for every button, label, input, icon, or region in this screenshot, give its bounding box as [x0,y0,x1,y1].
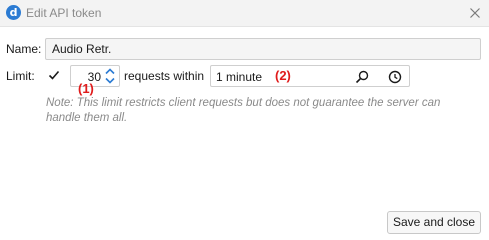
clock-icon [388,70,402,84]
chevron-down-icon [105,77,115,84]
limit-note: Note: This limit restricts client reques… [46,97,441,124]
checkmark-icon [48,70,60,80]
edit-api-token-dialog: d Edit API token Name: Audio Retr. Limit… [0,0,489,237]
requests-within-label: requests within [124,69,205,83]
interval-value[interactable]: 1 minute [216,70,262,84]
close-icon [470,8,480,18]
close-button[interactable] [466,4,484,22]
dialog-title: Edit API token [26,6,102,20]
annotation-marker-2: (2) [275,68,291,83]
decrement-button[interactable] [103,76,117,85]
clock-button[interactable] [387,69,403,85]
chevron-up-icon [105,68,115,75]
annotation-marker-1: (1) [78,81,94,96]
interval-field[interactable]: 1 minute (2) [210,65,410,87]
limit-checkbox[interactable] [46,67,62,83]
increment-button[interactable] [103,67,117,76]
name-field[interactable]: Audio Retr. [45,38,481,60]
save-and-close-button[interactable]: Save and close [387,211,481,234]
name-label: Name: [6,42,42,56]
app-logo-icon: d [6,5,21,20]
title-bar: d Edit API token [0,0,489,27]
search-interval-button[interactable] [354,69,370,85]
search-icon [355,70,369,84]
limit-label: Limit: [6,69,35,83]
